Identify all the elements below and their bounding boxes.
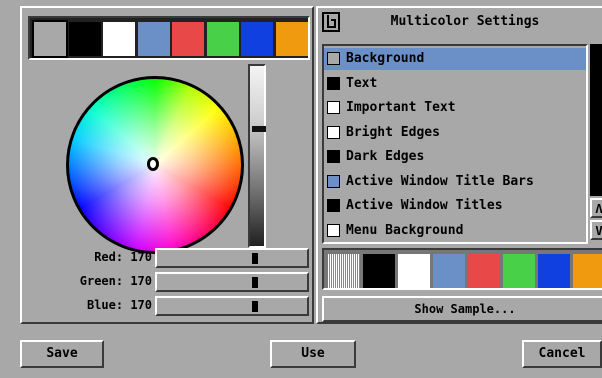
palette-swatch[interactable] [103,22,135,56]
color-wheel-cursor-icon[interactable] [147,157,159,171]
color-palette [28,16,310,60]
list-item-swatch [327,101,340,114]
list-item[interactable]: Active Window Titles [324,195,586,217]
color-wheel[interactable] [66,76,246,256]
list-item-label: Bright Edges [346,124,440,140]
show-sample-button[interactable]: Show Sample... [322,296,602,322]
list-item-swatch [327,52,340,65]
rgb-slider-row: Green: 170 [22,272,314,292]
list-item[interactable]: Menu Background [324,220,586,242]
title-bar: Multicolor Settings [322,12,602,34]
settings-panel: Multicolor Settings Background Text Import… [316,6,602,324]
list-item[interactable]: Background [324,48,586,70]
list-item[interactable]: Bright Edges [324,122,586,144]
list-item-swatch [327,125,340,139]
palette-swatch[interactable] [275,22,308,56]
list-item[interactable]: Text [324,73,586,95]
close-gadget-icon[interactable] [322,12,340,32]
use-button[interactable]: Use [270,340,356,368]
palette-swatch[interactable] [206,22,239,56]
brightness-slider[interactable] [248,64,266,248]
pen-swatch[interactable] [398,254,430,288]
color-editor-panel: Red: 170 Green: 170 Blue: 170 [20,6,314,324]
pen-swatch[interactable] [503,254,535,288]
list-item-label: Background [346,51,425,66]
list-item-swatch [327,150,340,163]
list-item-label: Active Window Title Bars [346,173,534,189]
pen-swatch[interactable] [363,254,395,288]
palette-swatch[interactable] [68,22,101,56]
list-item-swatch [327,223,340,237]
list-item-label: Text [346,75,378,91]
rgb-slider-label: Blue: 170 [86,298,152,312]
list-item[interactable]: Important Text [324,97,586,119]
pen-swatch[interactable] [468,254,500,288]
palette-swatch[interactable] [32,20,68,58]
list-item-label: Important Text [346,100,456,115]
rgb-slider-track[interactable] [155,296,309,316]
pen-swatch[interactable] [433,254,465,288]
palette-swatch[interactable] [172,22,204,56]
pen-swatch[interactable] [573,254,602,288]
list-item-label: Dark Edges [346,149,425,164]
cancel-button[interactable]: Cancel [522,340,602,368]
rgb-slider-label: Green: 170 [79,274,152,288]
list-item[interactable]: Active Window Title Bars [324,171,586,193]
pen-swatch[interactable] [538,254,570,288]
rgb-slider-track[interactable] [155,272,309,292]
save-button[interactable]: Save [20,340,104,368]
color-settings-list: Background Text Important Text Bright Edges… [322,44,588,244]
rgb-slider-label: Red: 170 [94,250,152,264]
pen-palette [322,248,602,290]
rgb-slider-row: Blue: 170 [22,296,314,316]
list-item-swatch [327,199,340,212]
rgb-slider-knob[interactable] [251,277,258,288]
scroll-up-button[interactable]: Λ [590,198,602,218]
palette-swatch[interactable] [137,22,170,56]
rgb-slider-knob[interactable] [251,301,258,312]
rgb-slider-track[interactable] [155,248,309,268]
pen-swatch[interactable] [328,254,360,288]
brightness-slider-knob[interactable] [252,125,266,132]
list-item-swatch [327,76,340,90]
list-scrollbar[interactable] [590,44,602,196]
list-item[interactable]: Dark Edges [324,146,586,168]
list-item-label: Menu Background [346,222,464,238]
rgb-slider-knob[interactable] [251,253,258,264]
window-title: Multicolor Settings [390,14,540,29]
scroll-down-button[interactable]: V [590,220,602,240]
list-item-label: Active Window Titles [346,198,503,213]
rgb-slider-row: Red: 170 [22,248,314,268]
list-item-swatch [327,174,340,188]
palette-swatch[interactable] [241,22,273,56]
